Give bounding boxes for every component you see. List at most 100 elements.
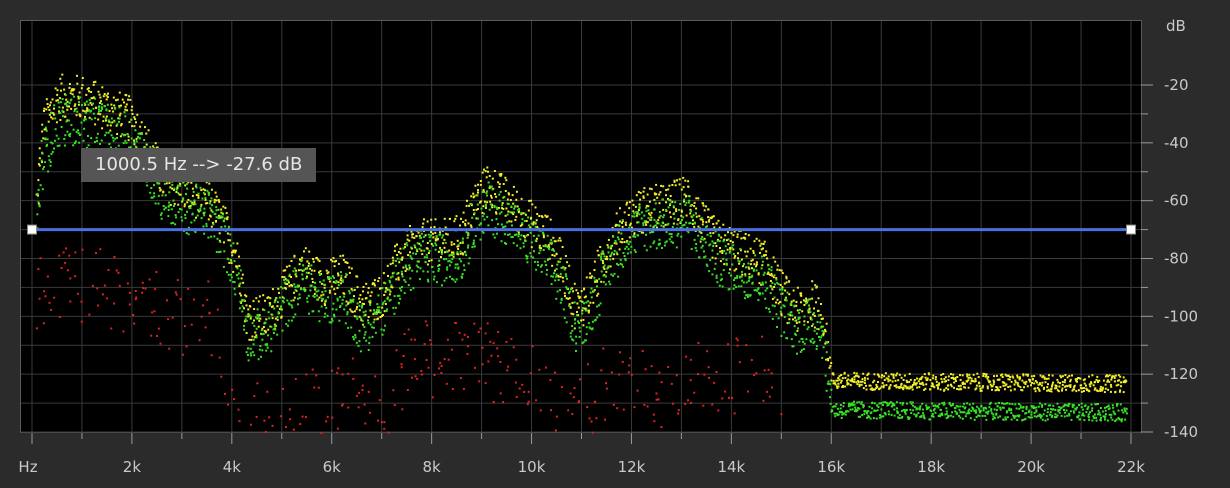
spectrum-point bbox=[1068, 402, 1071, 405]
spectrum-point bbox=[611, 251, 613, 254]
spectrum-point bbox=[260, 355, 262, 358]
spectrum-point bbox=[625, 245, 628, 248]
spectrum-point bbox=[722, 240, 725, 243]
spectrum-point bbox=[985, 418, 988, 421]
spectrum-point bbox=[652, 413, 655, 416]
spectrum-point bbox=[621, 360, 624, 363]
spectrum-point bbox=[1048, 390, 1051, 392]
spectrum-point bbox=[674, 184, 677, 187]
spectrum-point bbox=[166, 299, 168, 302]
spectrum-point bbox=[73, 88, 76, 91]
spectrum-point bbox=[731, 241, 734, 244]
spectrum-point bbox=[849, 379, 852, 382]
spectrum-point bbox=[99, 113, 102, 116]
spectrum-point bbox=[655, 183, 658, 186]
x-axis-tick-label: 16k bbox=[817, 458, 845, 476]
spectrum-point bbox=[460, 260, 462, 263]
spectrum-point bbox=[490, 354, 493, 357]
spectrum-point bbox=[655, 220, 658, 223]
spectrum-point bbox=[363, 314, 366, 317]
spectrum-point bbox=[1125, 412, 1128, 415]
spectrum-point bbox=[1058, 411, 1061, 414]
spectrum-point bbox=[1099, 413, 1102, 416]
spectrum-point bbox=[778, 269, 781, 272]
spectrum-point bbox=[605, 382, 607, 385]
spectrum-point bbox=[738, 276, 741, 279]
spectrum-point bbox=[324, 299, 327, 302]
spectrum-point bbox=[494, 193, 496, 196]
spectrum-point bbox=[326, 314, 329, 317]
spectrum-point bbox=[656, 196, 659, 199]
spectrum-point bbox=[647, 205, 650, 208]
spectrum-point bbox=[462, 253, 465, 256]
spectrum-point bbox=[542, 225, 545, 228]
spectrum-point bbox=[681, 224, 684, 227]
spectrum-point bbox=[255, 334, 258, 337]
spectrum-point bbox=[199, 186, 202, 189]
spectrum-point bbox=[440, 364, 443, 367]
spectrum-point bbox=[1110, 385, 1113, 388]
spectrum-point bbox=[861, 378, 864, 381]
spectrum-point bbox=[637, 211, 639, 214]
spectrum-point bbox=[585, 333, 588, 336]
spectrum-point bbox=[322, 298, 325, 301]
spectrum-point bbox=[325, 420, 328, 423]
spectrum-point bbox=[645, 206, 648, 209]
spectrum-point bbox=[944, 376, 947, 379]
spectrum-point bbox=[755, 372, 758, 375]
spectrum-point bbox=[80, 320, 83, 323]
spectrum-point bbox=[61, 98, 64, 100]
spectrum-point bbox=[676, 234, 679, 237]
spectrum-point bbox=[871, 388, 874, 391]
spectrum-point bbox=[185, 345, 188, 348]
spectrum-point bbox=[593, 260, 596, 263]
spectrum-point bbox=[811, 288, 814, 291]
spectrum-point bbox=[912, 409, 915, 412]
spectrum-point bbox=[694, 222, 696, 225]
spectrum-point bbox=[785, 281, 788, 284]
threshold-handle-right[interactable] bbox=[1126, 224, 1136, 235]
spectrum-point bbox=[302, 264, 305, 267]
spectrum-point bbox=[709, 232, 712, 235]
spectrum-point bbox=[1058, 385, 1061, 388]
spectrum-point bbox=[737, 285, 740, 288]
spectrum-point bbox=[267, 334, 270, 337]
spectrum-point bbox=[1125, 407, 1128, 410]
spectrum-point bbox=[120, 123, 123, 125]
spectrum-point bbox=[590, 276, 593, 279]
spectrum-point bbox=[81, 248, 84, 251]
spectrum-point bbox=[707, 208, 710, 211]
spectrum-point bbox=[197, 196, 200, 199]
spectrum-point bbox=[245, 295, 248, 298]
spectrum-point bbox=[672, 402, 674, 405]
spectrum-point bbox=[232, 270, 235, 273]
spectrum-point bbox=[348, 271, 351, 274]
spectrum-point bbox=[725, 263, 728, 266]
spectrum-point bbox=[826, 341, 829, 344]
spectrum-point bbox=[337, 274, 340, 277]
spectrum-point bbox=[1038, 389, 1041, 392]
spectrum-point bbox=[999, 386, 1002, 389]
spectrum-point bbox=[1001, 373, 1004, 376]
spectrum-point bbox=[346, 262, 349, 264]
spectrum-point bbox=[362, 290, 364, 293]
threshold-handle-left[interactable] bbox=[27, 224, 37, 235]
spectrum-point bbox=[999, 415, 1002, 418]
spectrum-point bbox=[868, 405, 871, 408]
spectrum-point bbox=[923, 373, 926, 376]
spectrum-point bbox=[621, 221, 623, 224]
spectrum-point bbox=[452, 255, 455, 258]
spectrum-point bbox=[670, 382, 673, 385]
spectrum-point bbox=[252, 343, 255, 346]
spectrum-point bbox=[995, 409, 998, 412]
spectrum-point bbox=[585, 326, 588, 329]
spectrum-point bbox=[1092, 384, 1095, 387]
spectrum-point bbox=[388, 288, 391, 291]
spectrum-point bbox=[479, 201, 481, 204]
spectrum-point bbox=[462, 221, 465, 223]
spectrum-point bbox=[171, 187, 174, 190]
spectrum-point bbox=[44, 137, 47, 140]
spectrum-point bbox=[206, 202, 209, 205]
spectrum-point bbox=[527, 224, 530, 227]
spectrum-point bbox=[1061, 380, 1064, 383]
